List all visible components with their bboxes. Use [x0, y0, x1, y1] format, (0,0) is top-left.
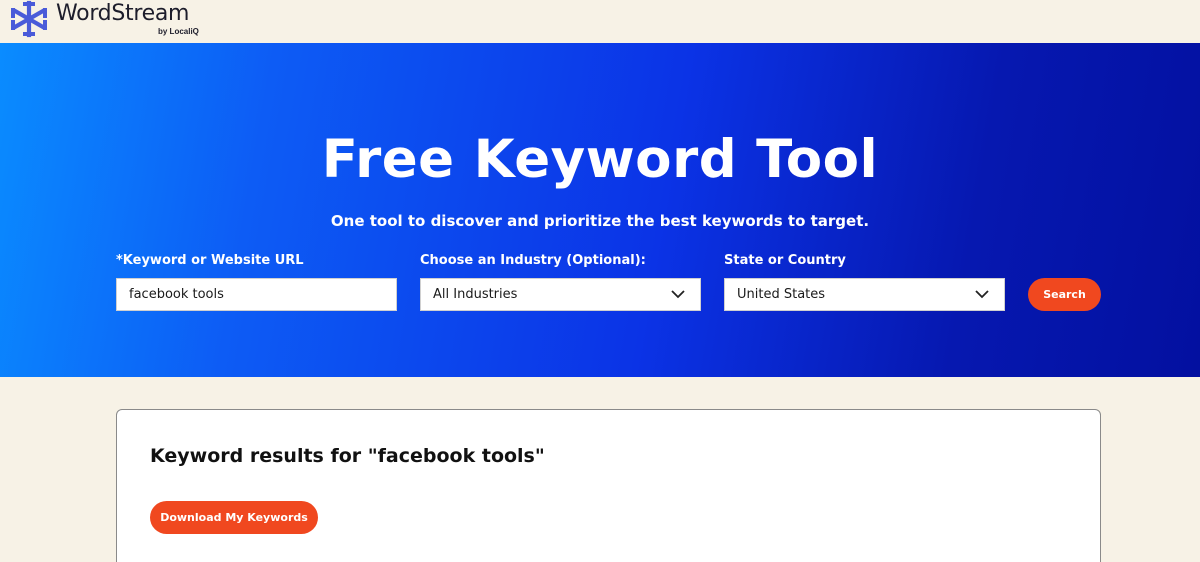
site-header: WordStream by LocaliQ	[0, 0, 1200, 43]
keyword-input-wrapper	[116, 278, 397, 311]
location-select-value: United States	[737, 287, 826, 302]
industry-field-label: Choose an Industry (Optional):	[420, 253, 646, 268]
hero-section: Free Keyword Tool One tool to discover a…	[0, 43, 1200, 377]
keyword-input[interactable]	[117, 279, 396, 310]
location-select[interactable]: United States	[724, 278, 1005, 311]
results-title: Keyword results for "facebook tools"	[150, 445, 545, 467]
wordstream-snowflake-icon	[11, 0, 47, 38]
chevron-down-icon	[975, 290, 989, 299]
industry-select[interactable]: All Industries	[420, 278, 701, 311]
logo-wordmark: WordStream	[56, 1, 190, 26]
page-subtitle: One tool to discover and prioritize the …	[330, 212, 870, 230]
download-keywords-button[interactable]: Download My Keywords	[150, 501, 318, 534]
page-title: Free Keyword Tool	[321, 129, 879, 190]
location-field-label: State or Country	[724, 253, 846, 268]
results-card: Keyword results for "facebook tools" Dow…	[116, 409, 1101, 562]
search-button[interactable]: Search	[1028, 278, 1101, 311]
industry-select-value: All Industries	[433, 287, 518, 302]
keyword-field-label: *Keyword or Website URL	[116, 253, 304, 268]
logo-byline: by LocaliQ	[158, 27, 199, 36]
chevron-down-icon	[671, 290, 685, 299]
